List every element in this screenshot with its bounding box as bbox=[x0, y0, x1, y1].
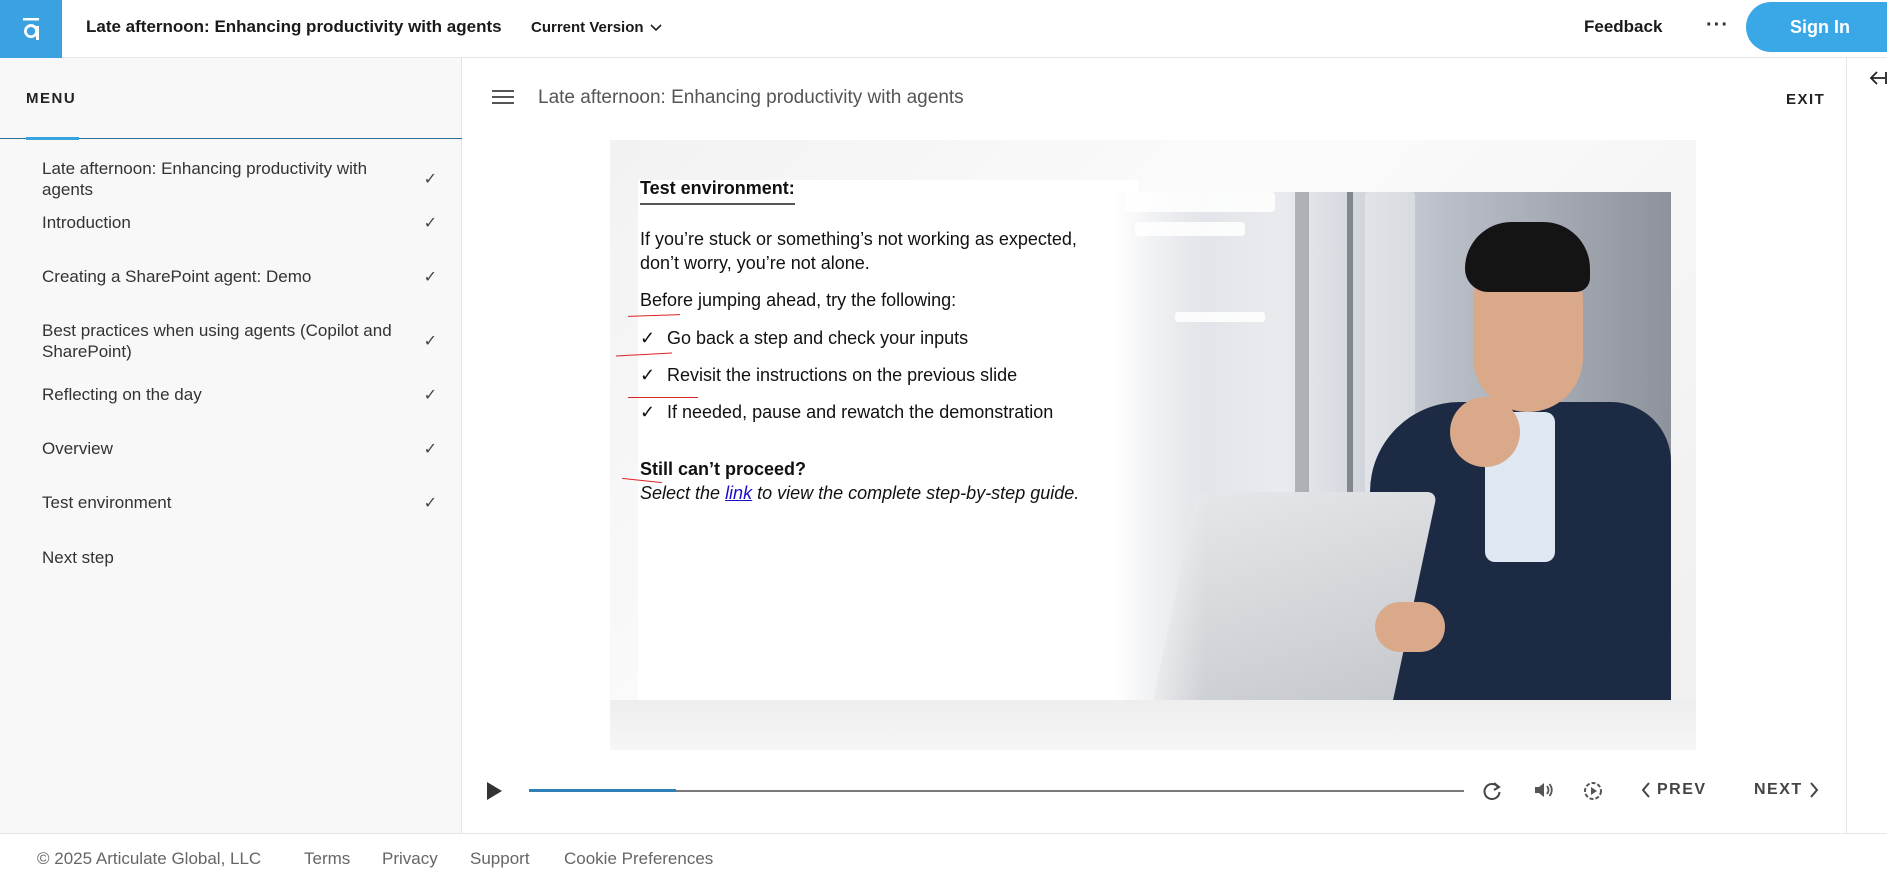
menu-item-label: Best practices when using agents (Copilo… bbox=[42, 321, 392, 361]
menu-header: MENU bbox=[0, 58, 462, 140]
menu-item-label: Introduction bbox=[42, 213, 131, 232]
bullet-item: ✓ Go back a step and check your inputs bbox=[640, 326, 968, 350]
guide-suffix: to view the complete step-by-step guide. bbox=[752, 483, 1080, 503]
lesson-title: Late afternoon: Enhancing productivity w… bbox=[538, 87, 964, 108]
checkmark-icon: ✓ bbox=[423, 440, 437, 458]
terms-link[interactable]: Terms bbox=[304, 849, 350, 869]
checkmark-icon: ✓ bbox=[423, 214, 437, 232]
checkmark-icon: ✓ bbox=[640, 365, 656, 385]
course-menu-sidebar: MENU Late afternoon: Enhancing productiv… bbox=[0, 58, 462, 833]
copyright-text: © 2025 Articulate Global, LLC bbox=[37, 849, 262, 868]
menu-item-sharepoint-demo[interactable]: Creating a SharePoint agent: Demo ✓ bbox=[42, 266, 437, 287]
menu-item-label: Reflecting on the day bbox=[42, 385, 202, 404]
menu-tab-underline bbox=[26, 137, 79, 140]
playback-speed-icon bbox=[1584, 782, 1602, 800]
bullet-item: ✓ If needed, pause and rewatch the demons… bbox=[640, 400, 1053, 424]
menu-item-label: Next step bbox=[42, 548, 114, 567]
arrow-left-bar-icon[interactable] bbox=[1869, 70, 1887, 91]
hamburger-menu-icon[interactable] bbox=[492, 90, 514, 108]
logo-icon bbox=[23, 18, 39, 40]
checkmark-icon: ✓ bbox=[640, 328, 656, 348]
guide-prefix: Select the bbox=[640, 483, 726, 503]
support-link[interactable]: Support bbox=[470, 849, 530, 869]
menu-item-label: Test environment bbox=[42, 493, 172, 512]
menu-tab[interactable]: MENU bbox=[26, 90, 76, 107]
next-button[interactable]: NEXT bbox=[1754, 781, 1819, 799]
guide-link-sentence: Select the link to view the complete ste… bbox=[640, 481, 1079, 505]
right-divider bbox=[1846, 58, 1847, 833]
cookie-preferences-link[interactable]: Cookie Preferences bbox=[564, 849, 713, 869]
menu-item-label: Creating a SharePoint agent: Demo bbox=[42, 267, 312, 286]
menu-item-label: Overview bbox=[42, 439, 113, 458]
play-icon bbox=[487, 782, 502, 800]
still-cant-proceed-heading: Still can’t proceed? bbox=[640, 459, 807, 479]
articulate-logo[interactable] bbox=[0, 0, 62, 58]
volume-button[interactable] bbox=[1532, 779, 1556, 806]
more-options-button[interactable]: ··· bbox=[1706, 14, 1729, 37]
next-label: NEXT bbox=[1754, 781, 1803, 798]
bullet-text: Go back a step and check your inputs bbox=[667, 328, 969, 348]
footer: © 2025 Articulate Global, LLC Terms Priv… bbox=[0, 833, 1887, 872]
checkmark-icon: ✓ bbox=[423, 171, 437, 188]
replay-button[interactable] bbox=[1481, 780, 1503, 807]
menu-item-test-environment[interactable]: Test environment ✓ bbox=[42, 492, 437, 513]
menu-item-reflecting[interactable]: Reflecting on the day ✓ bbox=[42, 384, 437, 405]
document-title: Late afternoon: Enhancing productivity w… bbox=[86, 17, 502, 36]
exit-button[interactable]: EXIT bbox=[1786, 91, 1825, 108]
slide-heading: Test environment: bbox=[640, 178, 795, 205]
menu-item-best-practices[interactable]: Best practices when using agents (Copilo… bbox=[42, 320, 437, 362]
play-button[interactable] bbox=[484, 780, 504, 807]
version-label: Current Version bbox=[531, 19, 644, 36]
menu-item-late-afternoon[interactable]: Late afternoon: Enhancing productivity w… bbox=[42, 158, 437, 200]
checkmark-icon: ✓ bbox=[423, 333, 437, 350]
menu-item-label: Late afternoon: Enhancing productivity w… bbox=[42, 159, 368, 199]
slide-before-text: Before jumping ahead, try the following: bbox=[640, 290, 957, 310]
prev-button[interactable]: PREV bbox=[1641, 781, 1707, 799]
checkmark-icon: ✓ bbox=[423, 268, 437, 286]
sign-in-button[interactable]: Sign In bbox=[1746, 2, 1887, 52]
bullet-text: If needed, pause and rewatch the demonst… bbox=[667, 402, 1054, 422]
checkmark-icon: ✓ bbox=[423, 386, 437, 404]
person-at-laptop-photo bbox=[1115, 192, 1671, 700]
feedback-button[interactable]: Feedback bbox=[1584, 17, 1662, 37]
seek-bar[interactable] bbox=[529, 789, 1464, 792]
volume-icon bbox=[1535, 783, 1553, 797]
prev-label: PREV bbox=[1657, 781, 1707, 798]
slide-floor bbox=[610, 700, 1696, 750]
seek-bar-progress bbox=[529, 789, 676, 792]
version-dropdown[interactable]: Current Version bbox=[531, 19, 662, 36]
guide-link[interactable]: link bbox=[725, 483, 752, 503]
playback-speed-button[interactable] bbox=[1582, 780, 1604, 807]
slide-intro-text: If you’re stuck or something’s not worki… bbox=[640, 229, 1077, 273]
menu-item-overview[interactable]: Overview ✓ bbox=[42, 438, 437, 459]
top-bar: Late afternoon: Enhancing productivity w… bbox=[0, 0, 1887, 58]
chevron-down-icon bbox=[649, 23, 662, 31]
privacy-link[interactable]: Privacy bbox=[382, 849, 438, 869]
menu-item-next-step[interactable]: Next step bbox=[42, 547, 437, 568]
chevron-left-icon bbox=[1641, 782, 1650, 798]
replay-icon bbox=[1483, 782, 1501, 801]
checkmark-icon: ✓ bbox=[423, 494, 437, 512]
menu-item-introduction[interactable]: Introduction ✓ bbox=[42, 212, 437, 233]
bullet-text: Revisit the instructions on the previous… bbox=[667, 365, 1018, 385]
annotation-mark bbox=[628, 397, 698, 398]
chevron-right-icon bbox=[1809, 782, 1818, 798]
checkmark-icon: ✓ bbox=[640, 402, 656, 422]
slide-canvas: Test environment: If you’re stuck or som… bbox=[610, 140, 1696, 750]
bullet-item: ✓ Revisit the instructions on the previou… bbox=[640, 363, 1017, 387]
